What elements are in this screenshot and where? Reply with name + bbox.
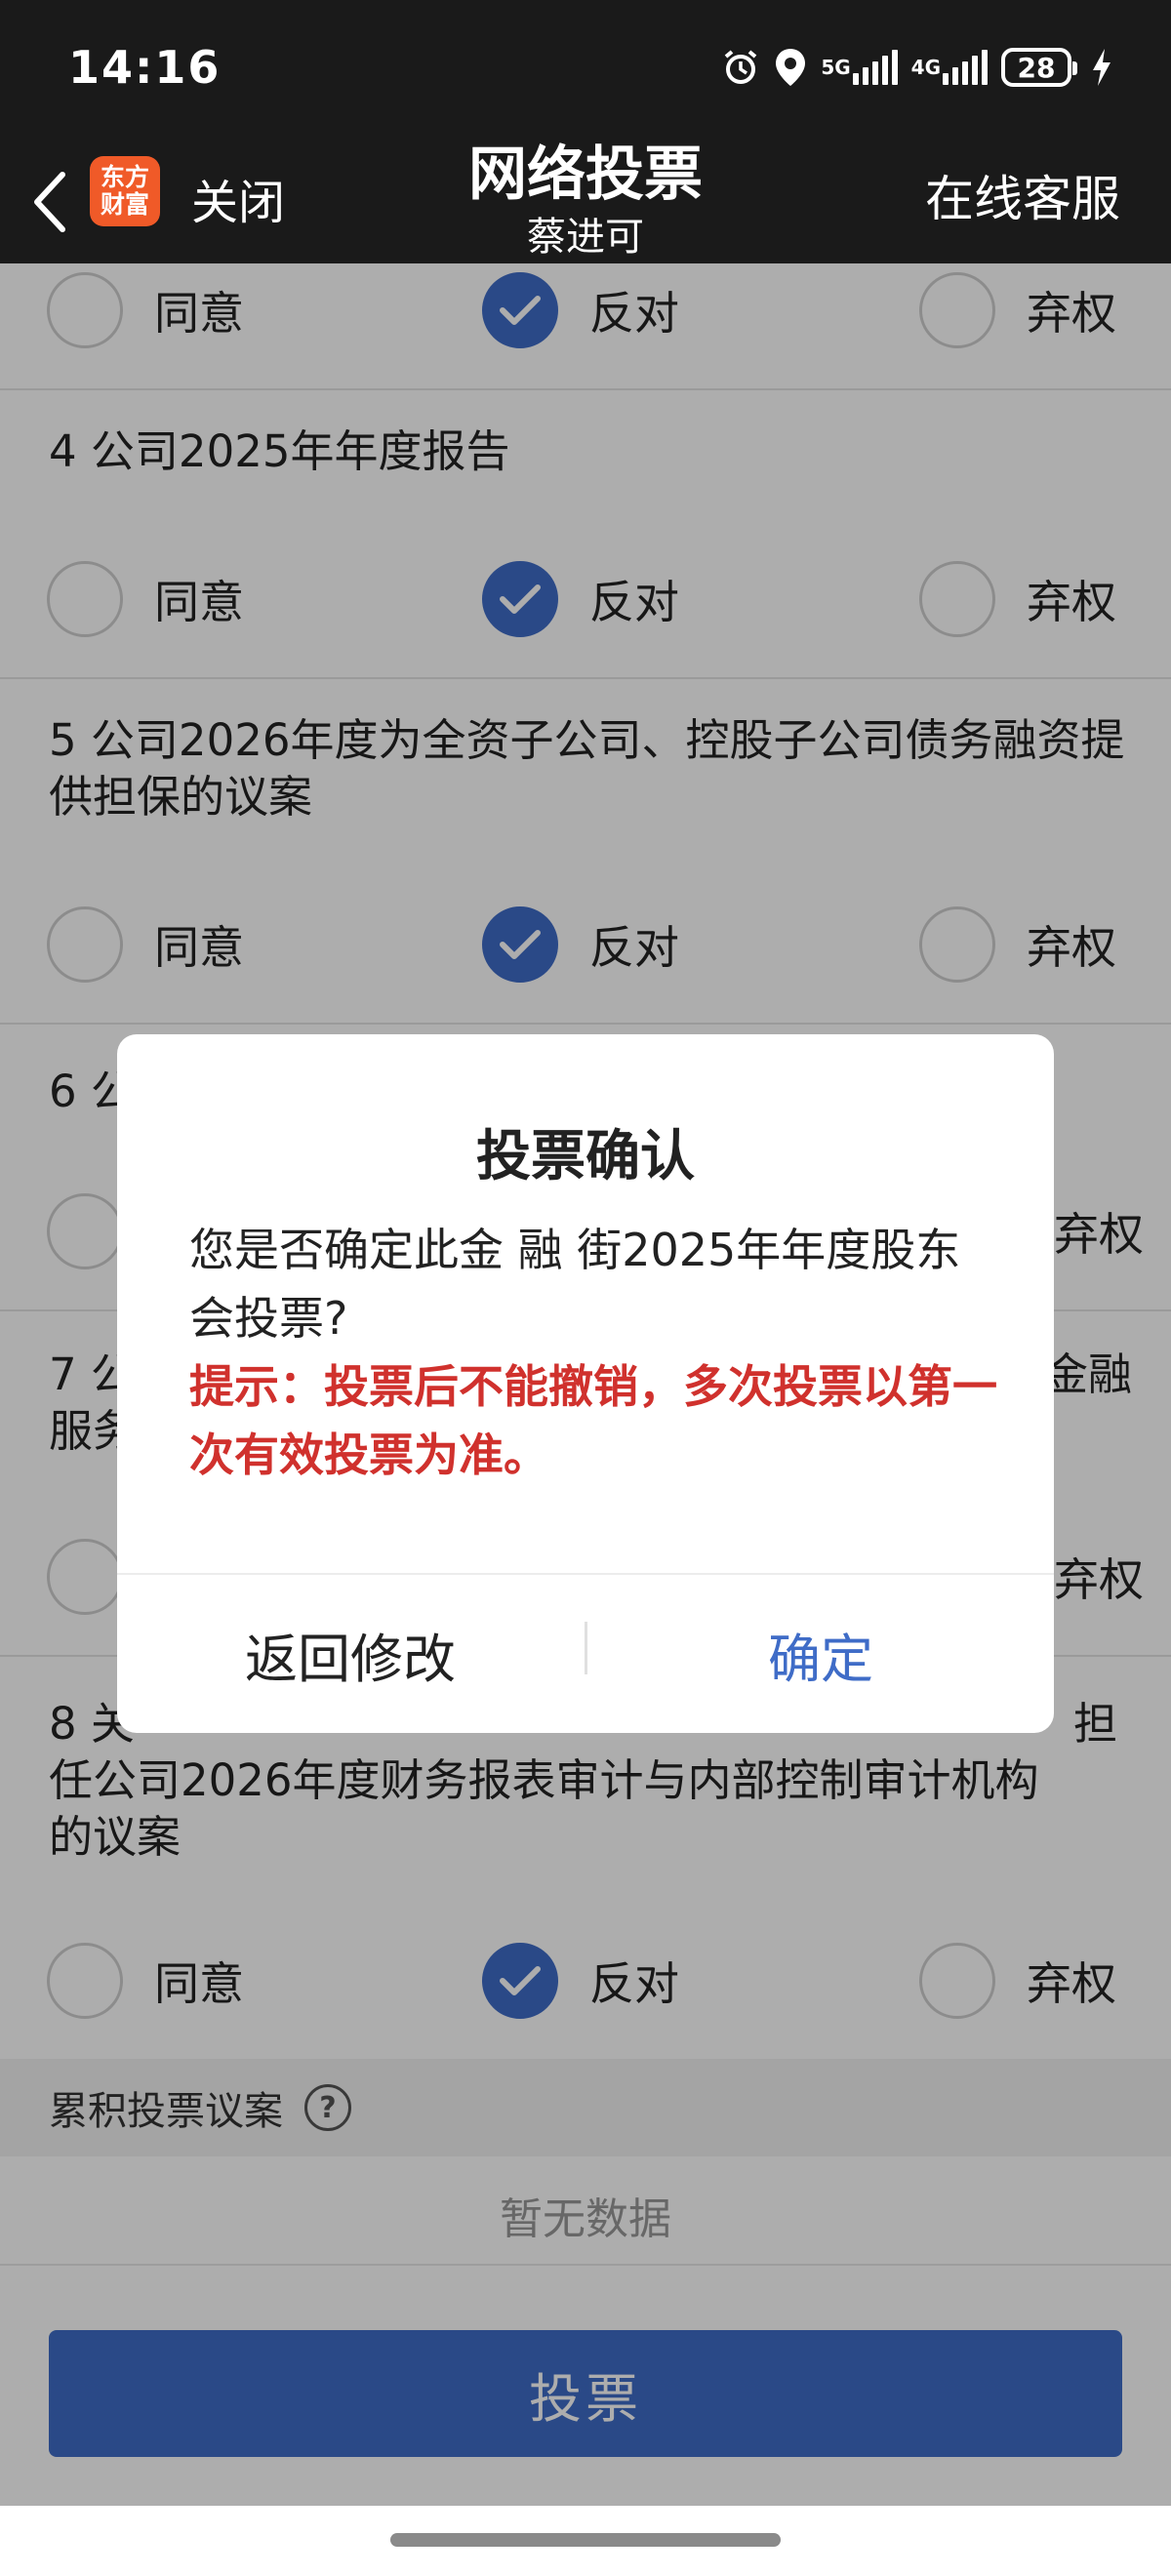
back-modify-button[interactable]: 返回修改 <box>117 1575 584 1733</box>
alarm-icon <box>721 48 760 87</box>
home-indicator[interactable] <box>390 2533 781 2547</box>
vote-confirm-dialog: 投票确认 您是否确定此金 融 街2025年年度股东会投票? 提示：投票后不能撤销… <box>117 1034 1054 1733</box>
battery-icon: 28 <box>1001 48 1077 87</box>
dialog-title: 投票确认 <box>476 1125 695 1188</box>
dialog-message: 您是否确定此金 融 街2025年年度股东会投票? <box>189 1224 961 1345</box>
network-5g-label: 5G <box>821 56 851 79</box>
signal-5g-icon: 5G <box>821 50 898 85</box>
confirm-button[interactable]: 确定 <box>587 1575 1054 1733</box>
network-4g-label: 4G <box>910 56 941 79</box>
status-time: 14:16 <box>68 41 222 94</box>
charging-icon <box>1091 49 1112 86</box>
online-service-button[interactable]: 在线客服 <box>925 160 1120 230</box>
status-icons: 5G 4G 28 <box>721 43 1112 92</box>
signal-4g-icon: 4G <box>911 50 988 85</box>
battery-level: 28 <box>1017 51 1056 84</box>
title-bar: 东方财富 关闭 网络投票 蔡进可 在线客服 <box>0 141 1171 263</box>
status-bar: 14:16 5G 4G 28 <box>0 0 1171 146</box>
location-icon <box>774 47 807 88</box>
dialog-warning: 提示：投票后不能撤销，多次投票以第一次有效投票为准。 <box>189 1360 997 1481</box>
